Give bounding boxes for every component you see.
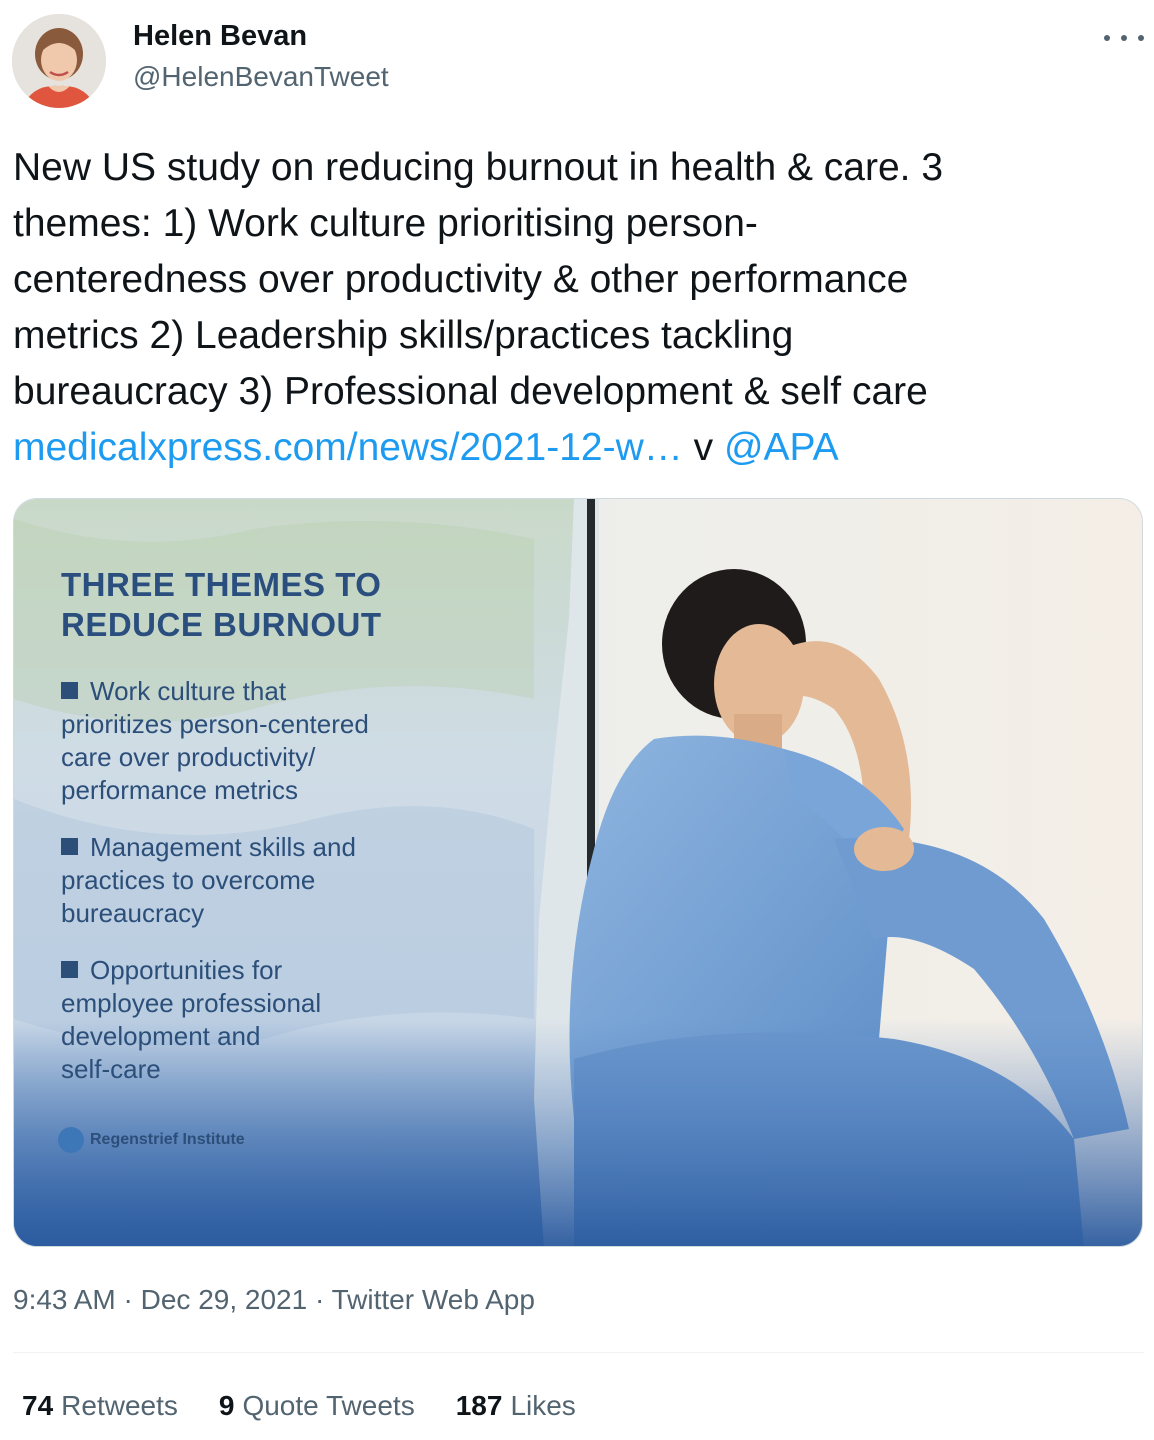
quote-tweets-stat[interactable]: 9 Quote Tweets (219, 1388, 415, 1424)
ellipsis-icon (1104, 35, 1110, 41)
institute-logo: Regenstrief Institute (58, 1127, 245, 1153)
tweet-date[interactable]: Dec 29, 2021 (141, 1284, 308, 1315)
tweet-stats: 74 Retweets 9 Quote Tweets 187 Likes (22, 1388, 617, 1424)
mention-link[interactable]: @APA (724, 426, 839, 469)
square-bullet-icon (61, 961, 78, 978)
tweet-text-line: metrics 2) Leadership skills/practices t… (13, 314, 794, 357)
infographic-title-line: THREE THEMES TO (61, 566, 382, 603)
infographic-title-line: REDUCE BURNOUT (61, 606, 382, 643)
tweet-text-line: themes: 1) Work culture prioritising per… (13, 202, 758, 245)
tweet-text-line: bureaucracy 3) Professional development … (13, 370, 928, 413)
author-handle[interactable]: @HelenBevanTweet (133, 60, 389, 94)
tweet-text-line: New US study on reducing burnout in heal… (13, 146, 944, 189)
divider (13, 1352, 1144, 1353)
theme-item: Work culture that prioritizes person-cen… (61, 676, 369, 805)
likes-stat[interactable]: 187 Likes (456, 1388, 576, 1424)
author-display-name[interactable]: Helen Bevan (133, 19, 307, 53)
tweet-text-line: centeredness over productivity & other p… (13, 258, 909, 301)
author-avatar[interactable] (12, 14, 106, 108)
profile-photo-icon (12, 14, 106, 108)
tweet-text: New US study on reducing burnout in heal… (13, 140, 1143, 476)
article-link[interactable]: medicalxpress.com/news/2021-12-w… (13, 426, 683, 469)
theme-item: Opportunities for employee professional … (61, 955, 322, 1084)
tweet-source[interactable]: Twitter Web App (332, 1284, 535, 1315)
theme-item: Management skills and practices to overc… (61, 832, 356, 928)
theme-list: Work culture that prioritizes person-cen… (61, 675, 501, 1110)
tweet-time[interactable]: 9:43 AM (13, 1284, 116, 1315)
link-separator: v (682, 426, 724, 469)
retweets-stat[interactable]: 74 Retweets (22, 1388, 178, 1424)
institute-name: Regenstrief Institute (90, 1131, 245, 1148)
more-options-button[interactable] (1104, 24, 1144, 52)
infographic-title: THREE THEMES TO REDUCE BURNOUT (61, 565, 421, 645)
square-bullet-icon (61, 838, 78, 855)
tweet-timestamp: 9:43 AM · Dec 29, 2021 · Twitter Web App (13, 1284, 535, 1315)
tweet-media-image[interactable]: THREE THEMES TO REDUCE BURNOUT Work cult… (13, 498, 1143, 1247)
square-bullet-icon (61, 682, 78, 699)
regenstrief-logo-icon (58, 1127, 84, 1153)
